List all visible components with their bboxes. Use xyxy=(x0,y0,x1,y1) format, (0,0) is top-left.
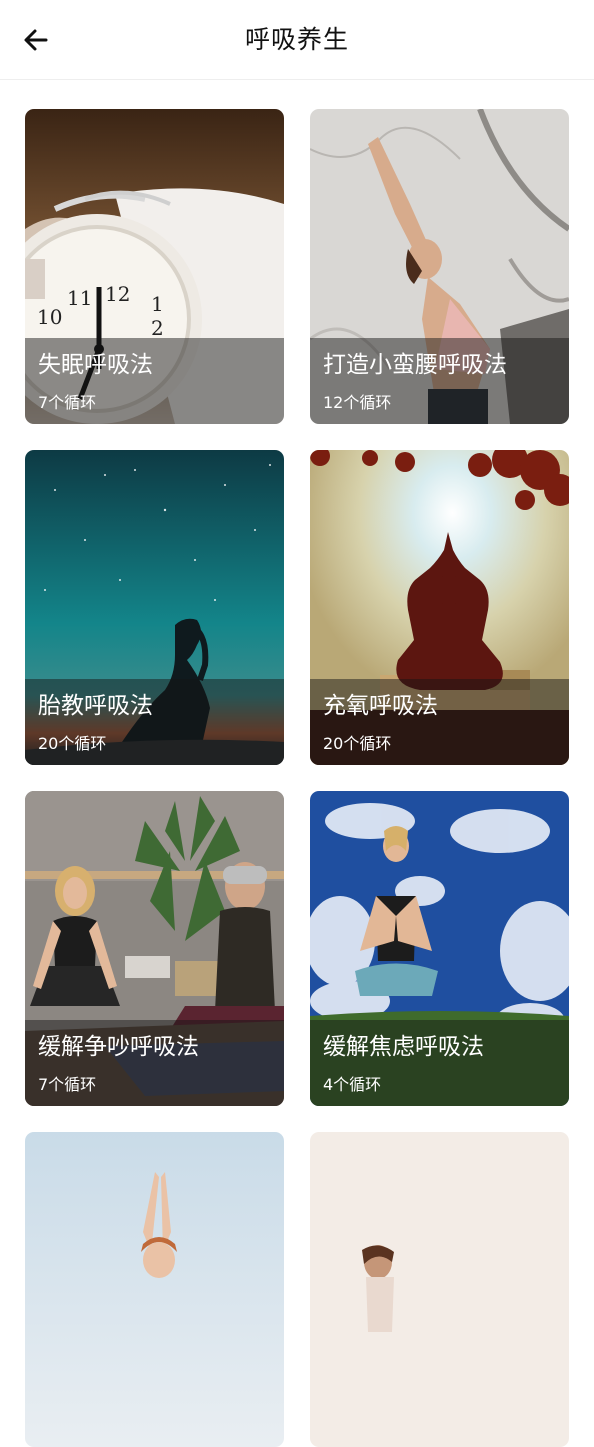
card-cycle-count: 12个循环 xyxy=(323,393,392,412)
card-breathing-7[interactable] xyxy=(25,1132,284,1447)
card-quarrel-relief-breathing[interactable]: 缓解争吵呼吸法 7个循环 xyxy=(25,791,284,1106)
card-waist-breathing[interactable]: 打造小蛮腰呼吸法 12个循环 xyxy=(310,109,569,424)
card-title: 失眠呼吸法 xyxy=(38,352,153,378)
card-insomnia-breathing[interactable]: 12 11 10 1 2 失眠呼吸法 7个循环 xyxy=(25,109,284,424)
card-title: 缓解焦虑呼吸法 xyxy=(323,1034,484,1060)
card-title: 胎教呼吸法 xyxy=(38,693,153,719)
card-oxygen-breathing[interactable]: 充氧呼吸法 20个循环 xyxy=(310,450,569,765)
svg-text:1: 1 xyxy=(151,292,164,316)
card-anxiety-relief-breathing[interactable]: 缓解焦虑呼吸法 4个循环 xyxy=(310,791,569,1106)
card-prenatal-breathing[interactable]: 胎教呼吸法 20个循环 xyxy=(25,450,284,765)
card-title: 打造小蛮腰呼吸法 xyxy=(323,352,507,378)
svg-text:10: 10 xyxy=(37,305,62,329)
svg-text:11: 11 xyxy=(67,286,92,310)
woman-arms-raised-photo xyxy=(25,1132,284,1447)
card-cycle-count: 7个循环 xyxy=(38,393,97,412)
card-cycle-count: 7个循环 xyxy=(38,1075,97,1094)
top-bar: 呼吸养生 xyxy=(0,0,594,80)
card-breathing-8[interactable] xyxy=(310,1132,569,1447)
card-cycle-count: 20个循环 xyxy=(323,734,392,753)
card-title: 充氧呼吸法 xyxy=(323,693,438,719)
card-cycle-count: 4个循环 xyxy=(323,1075,382,1094)
svg-text:12: 12 xyxy=(105,282,130,306)
card-cycle-count: 20个循环 xyxy=(38,734,107,753)
woman-yoga-light-photo xyxy=(310,1132,569,1447)
svg-text:2: 2 xyxy=(151,316,164,340)
card-title: 缓解争吵呼吸法 xyxy=(38,1034,199,1060)
page-title: 呼吸养生 xyxy=(244,25,349,54)
